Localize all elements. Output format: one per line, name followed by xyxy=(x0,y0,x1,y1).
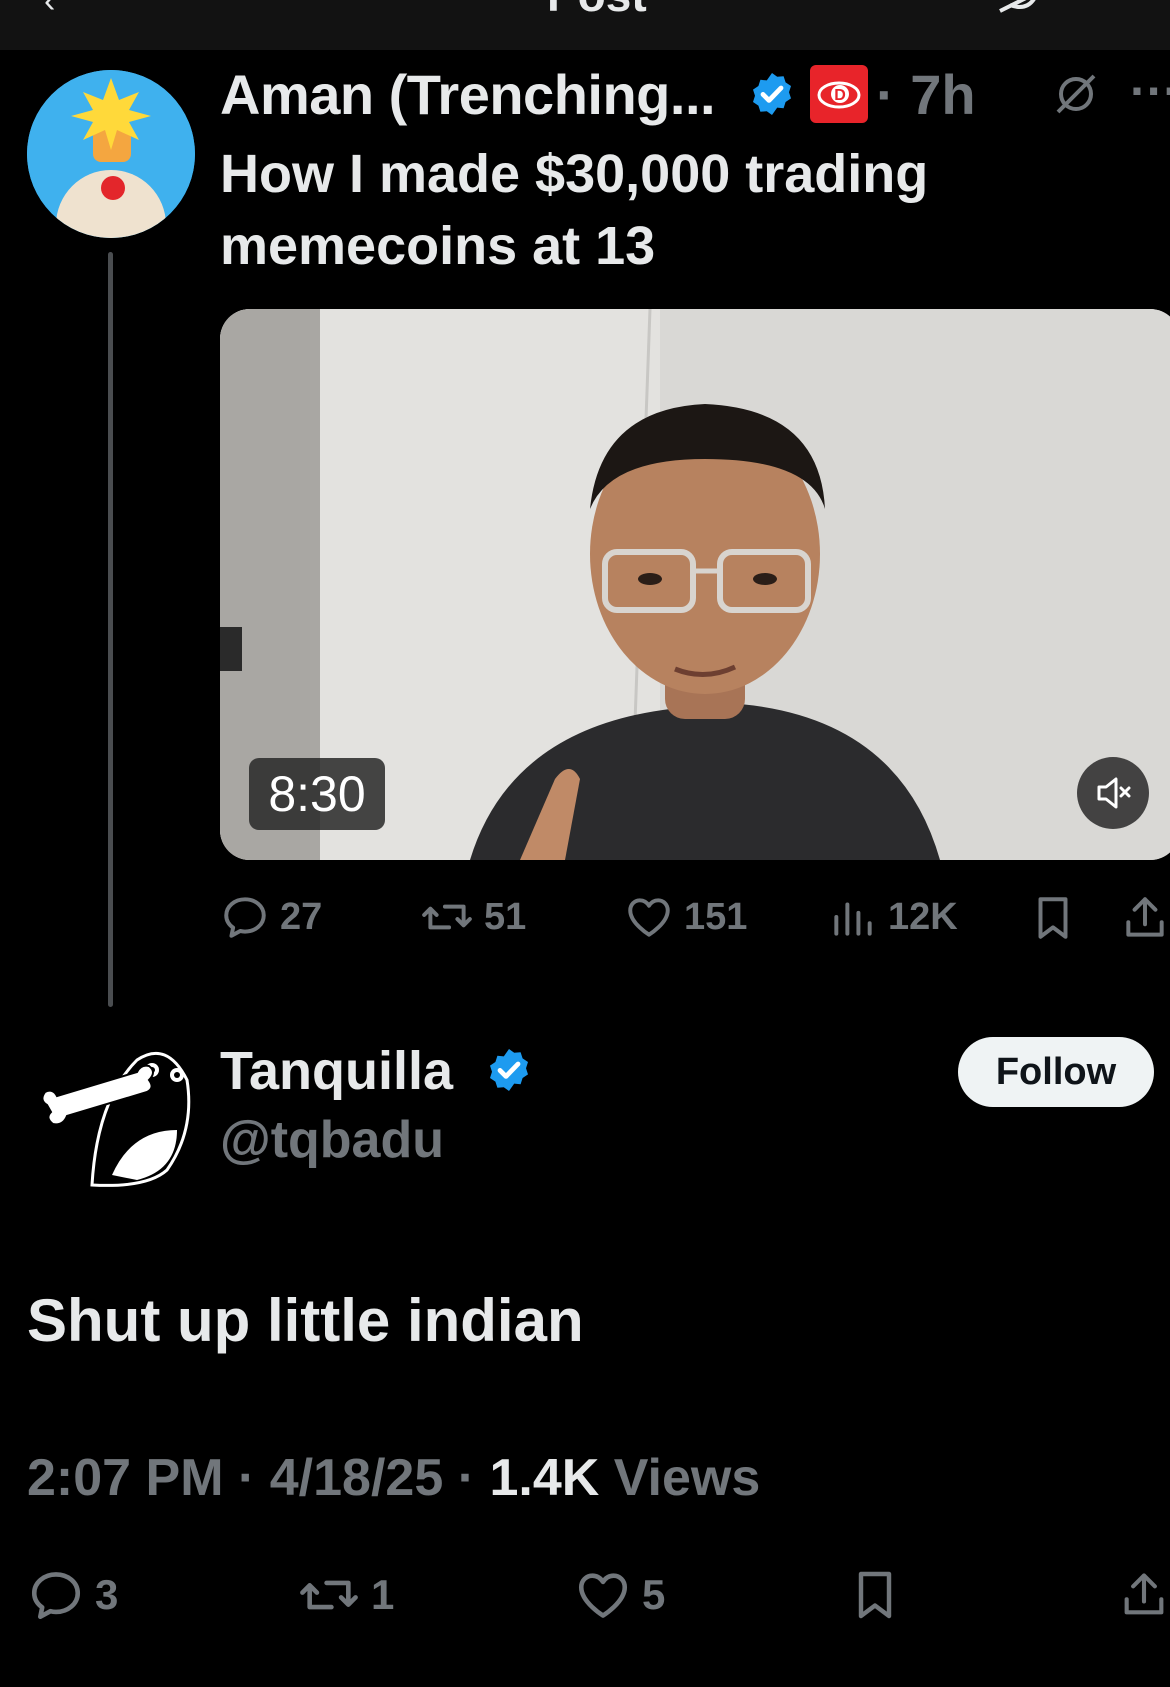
view-count: 12K xyxy=(888,895,958,938)
reply-button[interactable]: 3 xyxy=(27,1566,118,1624)
tweet-date[interactable]: 4/18/25 xyxy=(270,1449,444,1507)
views-count: 1.4K xyxy=(489,1449,600,1507)
page-title: Post xyxy=(547,0,647,22)
share-button[interactable] xyxy=(1120,892,1170,949)
analytics-icon xyxy=(834,902,872,936)
tweet-text: Shut up little indian xyxy=(27,1287,584,1354)
bookmark-button[interactable] xyxy=(1028,892,1078,949)
video-duration-badge: 8:30 xyxy=(249,758,385,830)
views-button[interactable]: 12K xyxy=(828,892,958,942)
views-label: Views xyxy=(613,1449,761,1507)
repost-button[interactable]: 51 xyxy=(420,892,526,942)
like-button[interactable]: 5 xyxy=(574,1566,665,1624)
reply-icon xyxy=(31,1572,81,1620)
follow-button[interactable]: Follow xyxy=(958,1037,1154,1107)
top-bar: ‹ Post xyxy=(0,0,1170,50)
verified-badge-icon xyxy=(753,73,791,115)
reply-icon xyxy=(224,897,266,938)
avatar[interactable] xyxy=(27,70,195,238)
author-name-row: Tanquilla xyxy=(220,1040,453,1102)
reply-count: 27 xyxy=(280,895,323,938)
reply-button[interactable]: 27 xyxy=(220,892,322,942)
bookmark-icon xyxy=(1038,897,1068,939)
avatar[interactable] xyxy=(27,1020,195,1188)
mute-toggle[interactable] xyxy=(1077,757,1149,829)
share-button[interactable] xyxy=(1118,1564,1170,1631)
share-icon xyxy=(1126,897,1164,937)
tweet-meta: 2:07 PM · 4/18/25 · 1.4K Views xyxy=(27,1449,761,1507)
like-button[interactable]: 151 xyxy=(624,892,747,942)
affiliate-badge-icon[interactable]: D xyxy=(810,65,868,123)
bookmark-icon xyxy=(858,1571,892,1619)
grok-icon[interactable] xyxy=(1054,72,1098,121)
grok-icon[interactable] xyxy=(996,0,1040,25)
svg-text:D: D xyxy=(834,87,846,104)
repost-icon xyxy=(422,904,472,930)
verified-badge-icon xyxy=(490,1049,528,1091)
timestamp[interactable]: · 7h xyxy=(876,62,976,127)
heart-icon xyxy=(628,898,670,937)
repost-icon xyxy=(300,1580,358,1610)
repost-count: 1 xyxy=(371,1571,395,1618)
author-handle[interactable]: @tqbadu xyxy=(220,1110,444,1170)
author-name[interactable]: Aman (Trenching... xyxy=(220,63,716,126)
more-options-icon[interactable]: ··· xyxy=(1130,62,1170,120)
tweet-time[interactable]: 2:07 PM xyxy=(27,1449,224,1507)
share-icon xyxy=(1124,1573,1164,1615)
author-name[interactable]: Tanquilla xyxy=(220,1041,453,1101)
thread-line xyxy=(108,252,113,1007)
like-count: 5 xyxy=(642,1571,666,1618)
like-count: 151 xyxy=(684,895,748,938)
repost-count: 51 xyxy=(484,895,527,938)
speaker-muted-icon xyxy=(1097,777,1131,809)
repost-button[interactable]: 1 xyxy=(297,1566,394,1624)
back-arrow-icon[interactable]: ‹ xyxy=(44,0,55,21)
bookmark-button[interactable] xyxy=(847,1564,903,1631)
heart-icon xyxy=(578,1573,628,1618)
author-header: Aman (Trenching... xyxy=(220,62,716,127)
reply-count: 3 xyxy=(95,1571,119,1618)
tweet-text: How I made $30,000 trading memecoins at … xyxy=(220,144,929,276)
